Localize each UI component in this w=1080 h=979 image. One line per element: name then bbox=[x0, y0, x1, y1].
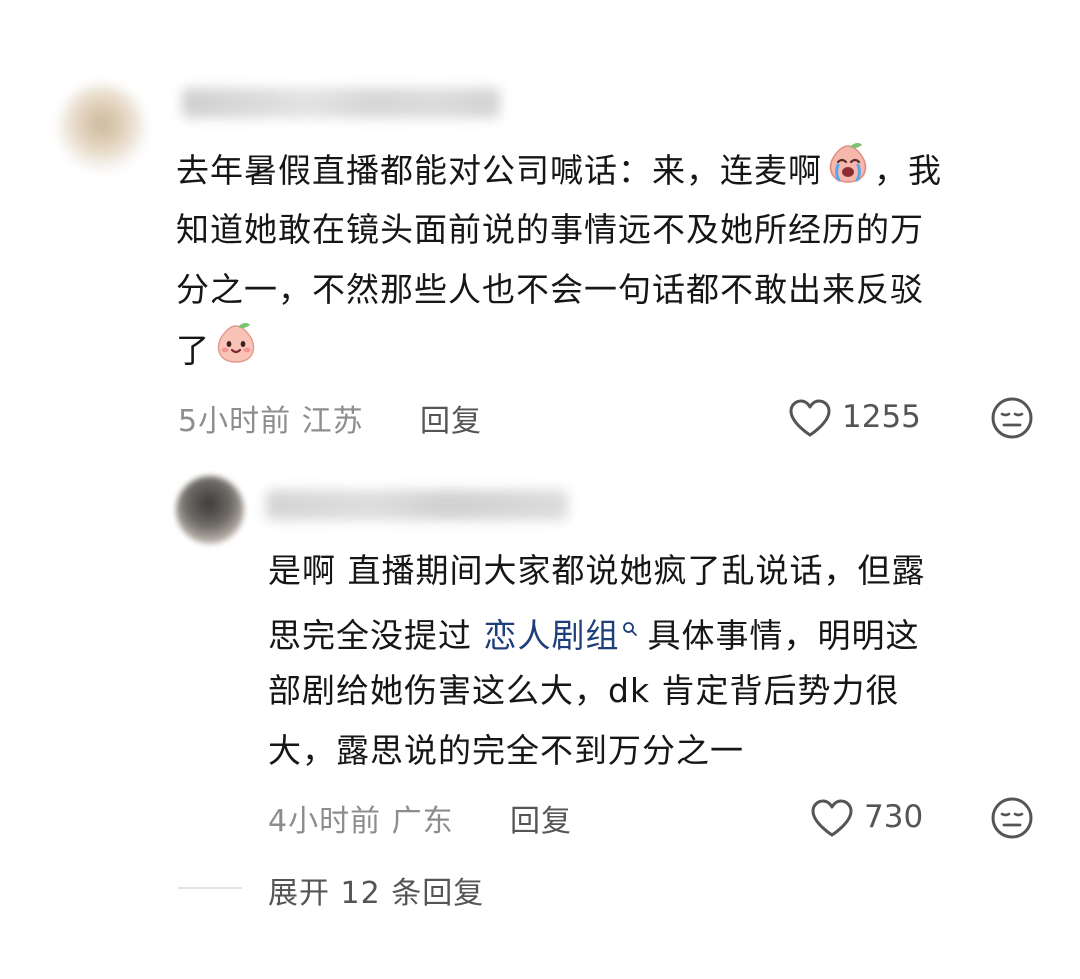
reply-button[interactable]: 回复 bbox=[420, 396, 482, 440]
smiling-peach-emoji bbox=[212, 320, 260, 368]
reply-meh-face-icon[interactable] bbox=[990, 796, 1034, 840]
comment-meta: 5小时前 江苏 bbox=[178, 396, 364, 440]
comment-text-line-3: 分之一，不然那些人也不会一句话都不敢出来反驳 bbox=[176, 270, 924, 309]
expand-divider bbox=[178, 887, 242, 889]
comment-text-line-1: 去年暑假直播都能对公司喊话：来，连麦啊 ，我 bbox=[176, 140, 942, 201]
comment-text-line-2: 知道她敢在镜头面前说的事情远不及她所经历的万 bbox=[176, 210, 924, 249]
crying-peach-emoji bbox=[824, 140, 872, 188]
reply-location: 广东 bbox=[391, 804, 454, 839]
heart-outline-icon[interactable] bbox=[788, 398, 832, 438]
comment-time: 5小时前 bbox=[178, 404, 292, 439]
search-icon[interactable] bbox=[622, 620, 638, 642]
reply-like-count: 730 bbox=[864, 799, 924, 835]
topic-link[interactable]: 恋人剧组 bbox=[484, 616, 620, 655]
reply-time: 4小时前 bbox=[268, 804, 382, 839]
reply-text-line-1: 是啊 直播期间大家都说她疯了乱说话，但露 bbox=[268, 551, 926, 590]
comment-location: 江苏 bbox=[301, 404, 364, 439]
reply-meta: 4小时前 广东 bbox=[268, 796, 454, 840]
reply-text-line-3: 部剧给她伤害这么大，dk 肯定背后势力很 bbox=[268, 671, 900, 710]
reply-heart-outline-icon[interactable] bbox=[810, 798, 854, 838]
reply-text-line-2: 思完全没提过 恋人剧组 具体事情，明明这 bbox=[268, 616, 920, 655]
reply-to-reply-button[interactable]: 回复 bbox=[510, 796, 572, 840]
commenter-name[interactable] bbox=[182, 88, 500, 118]
meh-face-icon[interactable] bbox=[990, 396, 1034, 440]
reply-avatar[interactable] bbox=[176, 476, 244, 544]
comment-text-line-4: 了 bbox=[176, 320, 262, 381]
reply-author-name[interactable] bbox=[266, 490, 568, 520]
reply-text-line-4: 大，露思说的完全不到万分之一 bbox=[268, 731, 744, 770]
commenter-avatar[interactable] bbox=[58, 84, 146, 172]
expand-replies-button[interactable]: 展开 12 条回复 bbox=[268, 868, 484, 912]
like-count: 1255 bbox=[842, 399, 921, 435]
